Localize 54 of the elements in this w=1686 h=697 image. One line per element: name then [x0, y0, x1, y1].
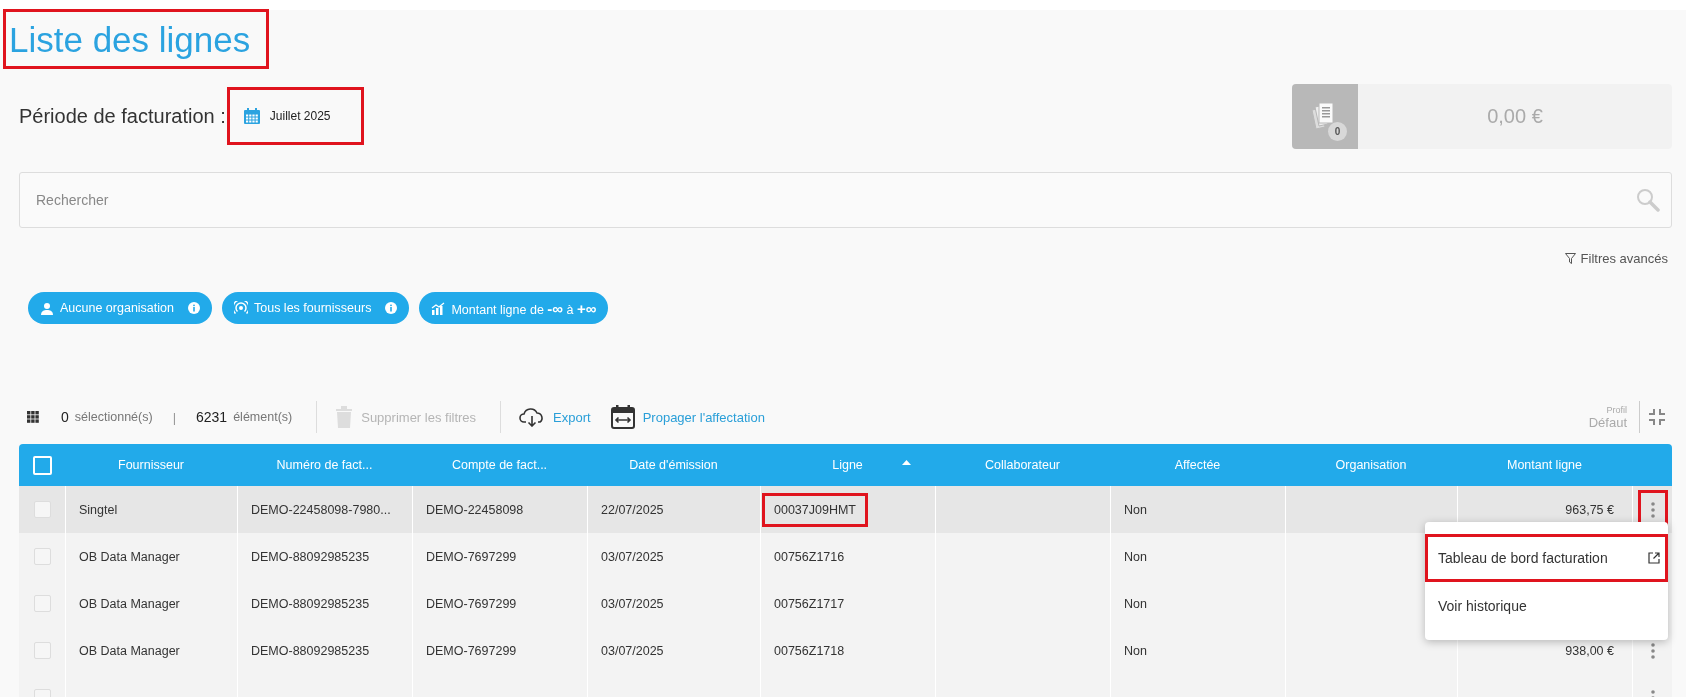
column-header[interactable]: Organisation	[1285, 444, 1457, 486]
menu-item[interactable]: Tableau de bord facturation	[1425, 534, 1668, 582]
table-row[interactable]: OB Data Manager DEMO-88092985235 DEMO-7697299 03/07/2025 00756Z1718 Non 938,00 €	[19, 627, 1672, 674]
search-icon	[1636, 188, 1660, 212]
filter-icon	[1564, 252, 1576, 264]
toolbar-action[interactable]: Propager l'affectation	[610, 405, 765, 429]
row-checkbox[interactable]	[33, 501, 51, 518]
advanced-filters-link[interactable]: Filtres avancés	[1560, 248, 1672, 268]
toolbar-action[interactable]: Export	[519, 407, 591, 427]
column-header[interactable]: Collaborateur	[935, 444, 1110, 486]
search-field[interactable]: Rechercher	[19, 172, 1672, 228]
row-checkbox[interactable]	[33, 595, 51, 612]
profile-value[interactable]: Défaut	[1588, 414, 1627, 430]
column-header[interactable]: Fournisseur	[65, 444, 237, 486]
chart-icon	[431, 301, 446, 315]
grid-icon[interactable]	[27, 411, 39, 423]
table-cell-text: 00756Z1716	[773, 548, 846, 566]
column-header[interactable]: Compte de fact...	[412, 444, 587, 486]
vertical-dots-icon	[1650, 642, 1655, 659]
table-cell: 00037J09HMT	[765, 495, 865, 524]
trash-icon	[335, 406, 354, 428]
table-row[interactable]: Singtel DEMO-22458098-7980... DEMO-22458098 22/07/2025 00037J09HMT Non 963,75 €	[19, 486, 1672, 533]
vertical-dots-icon	[1650, 501, 1655, 518]
column-header[interactable]: Ligne	[760, 444, 935, 486]
collapse-icon[interactable]	[1648, 408, 1666, 426]
column-header[interactable]: Montant ligne	[1457, 444, 1632, 486]
total-label: élément(s)	[233, 410, 293, 424]
filter-chip[interactable]: Tous les fournisseurs	[222, 292, 410, 324]
period-picker[interactable]: Juillet 2025	[229, 90, 361, 142]
total-amount: 0,00 €	[1486, 103, 1544, 129]
column-header[interactable]: Numéro de fact...	[237, 444, 412, 486]
page-title: Liste des lignes	[6, 12, 267, 66]
row-checkbox[interactable]	[33, 642, 51, 659]
column-header[interactable]: Affectée	[1110, 444, 1285, 486]
calendar-arrows-icon	[610, 405, 635, 429]
table-cell-text: 00756Z1718	[773, 642, 846, 660]
profile-label: Profil	[1606, 404, 1627, 415]
select-all-checkbox[interactable]	[32, 455, 52, 475]
total-count: 6231	[196, 409, 228, 425]
menu-item[interactable]: Voir historique	[1425, 582, 1668, 630]
person-icon	[40, 301, 54, 315]
filter-chip[interactable]: Aucune organisation	[28, 292, 212, 324]
period-label: Période de facturation :	[19, 104, 226, 128]
selected-count: 0	[61, 409, 69, 425]
filter-chip[interactable]: Montant ligne de -∞ à +∞	[419, 292, 609, 324]
count-badge: 0	[1328, 121, 1347, 141]
calendar-icon	[243, 108, 260, 124]
selected-label: sélectionné(s)	[74, 410, 153, 424]
signal-icon	[234, 301, 248, 315]
column-header[interactable]: Date d'émission	[587, 444, 760, 486]
row-checkbox[interactable]	[33, 548, 51, 565]
cloud-download-icon	[519, 407, 546, 427]
table-cell-text: 00756Z1717	[773, 595, 846, 613]
separator-text: |	[172, 409, 176, 425]
